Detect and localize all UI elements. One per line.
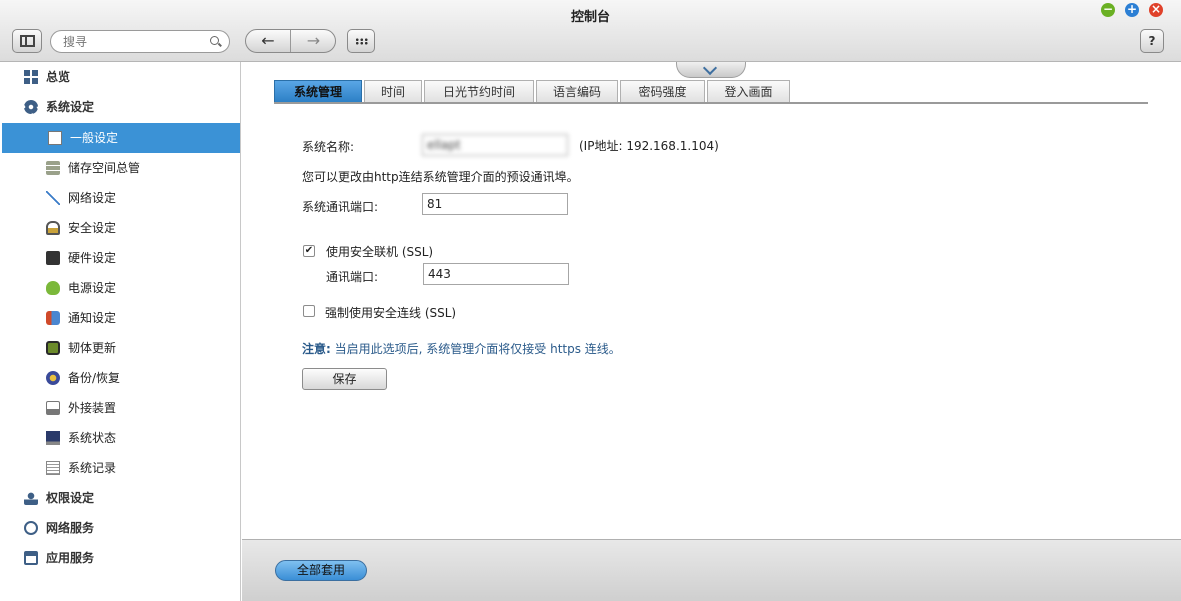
main-panel: 系统管理 时间 日光节约时间 语言编码 密码强度 登入画面 系统名称: (IP地…	[242, 60, 1181, 539]
sidebar-item-label: 安全设定	[68, 221, 117, 235]
tab-time[interactable]: 时间	[364, 80, 422, 103]
sidebar-item-applications[interactable]: 应用服务	[0, 543, 240, 573]
tab-password-strength[interactable]: 密码强度	[620, 80, 705, 103]
system-port-field[interactable]	[422, 193, 568, 215]
backup-icon	[46, 371, 60, 385]
forward-button[interactable]: →	[291, 30, 335, 52]
lock-icon	[46, 221, 60, 235]
system-port-label: 系统通讯端口:	[302, 200, 379, 214]
note-text: 注意: 当启用此选项后, 系统管理介面将仅接受 https 连线。	[302, 340, 621, 357]
hardware-icon	[46, 251, 60, 265]
ssl-port-label: 通讯端口:	[326, 270, 379, 284]
grid-icon	[355, 38, 368, 45]
sidebar-item-system-log[interactable]: 系统记录	[0, 453, 240, 483]
search-box[interactable]	[50, 30, 230, 53]
sidebar-panel-icon	[20, 35, 35, 47]
globe-icon	[24, 521, 38, 535]
tab-underline	[274, 102, 1148, 104]
sidebar: 总览 系统设定 一般设定 储存空间总管 网络设定 安全设定 硬件设定 电源设定 …	[0, 62, 241, 601]
sidebar-item-privilege[interactable]: 权限设定	[0, 483, 240, 513]
help-button[interactable]: ?	[1140, 29, 1164, 53]
search-input[interactable]	[63, 34, 203, 50]
firmware-icon	[46, 341, 60, 355]
sidebar-item-label: 储存空间总管	[68, 161, 141, 175]
notification-icon	[46, 311, 60, 325]
sidebar-item-label: 电源设定	[68, 281, 117, 295]
sidebar-item-backup-restore[interactable]: 备份/恢复	[0, 363, 240, 393]
sidebar-item-label: 一般设定	[70, 131, 119, 145]
external-device-icon	[46, 401, 60, 415]
monitor-icon	[46, 431, 60, 445]
sidebar-item-storage-manager[interactable]: 储存空间总管	[0, 153, 240, 183]
maximize-icon[interactable]: +	[1125, 3, 1139, 17]
footer-bar: 全部套用	[242, 539, 1181, 601]
note-body: 当启用此选项后, 系统管理介面将仅接受 https 连线。	[334, 342, 621, 356]
sidebar-item-label: 权限设定	[46, 491, 95, 505]
sidebar-item-security[interactable]: 安全设定	[0, 213, 240, 243]
sidebar-item-label: 应用服务	[46, 551, 95, 565]
force-ssl-label: 强制使用安全连线 (SSL)	[325, 306, 457, 320]
ssl-label: 使用安全联机 (SSL)	[326, 245, 434, 259]
sidebar-item-label: 备份/恢复	[68, 371, 121, 385]
system-name-label: 系统名称:	[302, 140, 355, 154]
apps-grid-button[interactable]	[347, 29, 375, 53]
tab-language-encoding[interactable]: 语言编码	[536, 80, 618, 103]
power-icon	[46, 281, 60, 295]
save-button[interactable]: 保存	[302, 368, 387, 390]
sidebar-item-label: 总览	[46, 70, 71, 84]
user-icon	[24, 491, 38, 505]
chevron-down-icon	[702, 60, 718, 76]
tab-system-admin[interactable]: 系统管理	[274, 80, 362, 103]
sidebar-item-overview[interactable]: 总览	[0, 62, 240, 92]
title-bar: 控制台 − + × ← → ?	[0, 0, 1181, 62]
storage-icon	[46, 161, 60, 175]
port-hint-text: 您可以更改由http连结系统管理介面的预设通讯埠。	[302, 170, 579, 184]
tab-login-screen[interactable]: 登入画面	[707, 80, 790, 103]
back-button[interactable]: ←	[246, 30, 291, 52]
sidebar-item-firmware[interactable]: 韧体更新	[0, 333, 240, 363]
note-prefix: 注意:	[302, 342, 331, 356]
network-icon	[46, 191, 60, 205]
sidebar-item-network[interactable]: 网络设定	[0, 183, 240, 213]
minimize-icon[interactable]: −	[1101, 3, 1115, 17]
close-icon[interactable]: ×	[1149, 3, 1163, 17]
sidebar-item-label: 系统记录	[68, 461, 117, 475]
system-name-field[interactable]	[422, 134, 568, 156]
sidebar-item-label: 外接装置	[68, 401, 117, 415]
sidebar-item-hardware[interactable]: 硬件设定	[0, 243, 240, 273]
sidebar-item-general-settings[interactable]: 一般设定	[2, 123, 240, 153]
sidebar-item-label: 系统设定	[46, 100, 95, 114]
gear-icon	[24, 100, 38, 114]
app-icon	[24, 551, 38, 565]
ip-address-text: (IP地址: 192.168.1.104)	[579, 139, 719, 153]
sidebar-item-label: 系统状态	[68, 431, 117, 445]
sidebar-item-system-status[interactable]: 系统状态	[0, 423, 240, 453]
ssl-checkbox[interactable]: ✔	[303, 245, 315, 257]
sidebar-item-label: 网络设定	[68, 191, 117, 205]
search-icon[interactable]	[210, 36, 219, 45]
force-ssl-checkbox[interactable]	[303, 305, 315, 317]
sidebar-item-label: 硬件设定	[68, 251, 117, 265]
sidebar-item-label: 网络服务	[46, 521, 95, 535]
apply-all-button[interactable]: 全部套用	[275, 560, 367, 581]
sidebar-item-system-settings[interactable]: 系统设定	[0, 92, 240, 122]
ssl-port-field[interactable]	[423, 263, 569, 285]
tab-daylight-saving[interactable]: 日光节约时间	[424, 80, 534, 103]
window-title: 控制台	[570, 10, 610, 25]
sidebar-item-label: 通知设定	[68, 311, 117, 325]
sidebar-item-external-device[interactable]: 外接装置	[0, 393, 240, 423]
document-icon	[48, 131, 62, 145]
sidebar-item-notification[interactable]: 通知设定	[0, 303, 240, 333]
overview-icon	[24, 70, 38, 84]
navigation-buttons: ← →	[245, 29, 336, 53]
log-icon	[46, 461, 60, 475]
sidebar-toggle-button[interactable]	[12, 29, 42, 53]
sidebar-item-power[interactable]: 电源设定	[0, 273, 240, 303]
sidebar-item-label: 韧体更新	[68, 341, 117, 355]
collapse-handle[interactable]	[676, 60, 746, 78]
sidebar-item-network-services[interactable]: 网络服务	[0, 513, 240, 543]
